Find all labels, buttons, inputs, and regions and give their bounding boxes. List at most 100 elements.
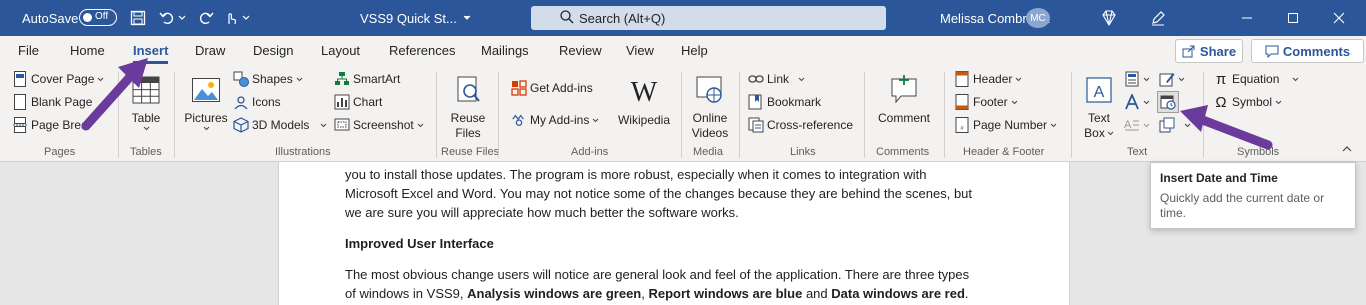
tab-help[interactable]: Help bbox=[681, 43, 708, 58]
tab-mailings[interactable]: Mailings bbox=[481, 43, 529, 58]
3d-models-button[interactable]: 3D Models bbox=[233, 117, 327, 133]
chevron-down-icon bbox=[143, 126, 149, 131]
redo-icon[interactable] bbox=[195, 0, 217, 36]
chevron-down-icon bbox=[1016, 77, 1022, 81]
blank-page-button[interactable]: Blank Page bbox=[12, 94, 92, 110]
chevron-down-icon bbox=[1184, 123, 1191, 127]
group-divider bbox=[944, 72, 945, 158]
share-button[interactable]: Share bbox=[1175, 39, 1243, 63]
wikipedia-button[interactable]: W Wikipedia bbox=[614, 74, 674, 128]
paragraph-line: you to install those updates. The progra… bbox=[345, 167, 927, 182]
chart-label: Chart bbox=[353, 95, 383, 109]
tab-home[interactable]: Home bbox=[70, 43, 105, 58]
table-icon bbox=[128, 72, 164, 108]
pictures-button[interactable]: Pictures bbox=[183, 72, 229, 131]
table-button[interactable]: Table bbox=[126, 72, 166, 131]
tab-draw[interactable]: Draw bbox=[195, 43, 225, 58]
tab-layout[interactable]: Layout bbox=[321, 43, 360, 58]
pen-icon[interactable] bbox=[1147, 0, 1169, 36]
document-page[interactable]: you to install those updates. The progra… bbox=[278, 162, 1070, 305]
addins-icon bbox=[511, 112, 527, 128]
autosave-toggle[interactable]: Off bbox=[79, 9, 117, 26]
search-input[interactable]: Search (Alt+Q) bbox=[531, 6, 886, 30]
chevron-down-icon bbox=[798, 77, 805, 81]
new-comment-button[interactable]: Comment bbox=[872, 72, 936, 126]
quick-parts-button[interactable] bbox=[1124, 71, 1150, 87]
insert-object-button[interactable] bbox=[1159, 117, 1191, 133]
text-run-bold: Report windows are blue bbox=[648, 286, 803, 301]
cross-reference-icon bbox=[748, 117, 764, 133]
page-break-button[interactable]: Page Brea bbox=[12, 117, 88, 133]
3d-models-label: 3D Models bbox=[252, 118, 310, 132]
link-button[interactable]: Link bbox=[748, 71, 805, 87]
smartart-button[interactable]: SmartArt bbox=[334, 71, 400, 87]
tab-review[interactable]: Review bbox=[559, 43, 602, 58]
illustrations-group-label: Illustrations bbox=[275, 146, 331, 158]
collapse-ribbon-button[interactable] bbox=[1342, 146, 1352, 152]
blank-page-label: Blank Page bbox=[31, 95, 93, 109]
quick-parts-icon bbox=[1124, 71, 1140, 87]
maximize-button[interactable] bbox=[1270, 0, 1316, 36]
cross-reference-label: Cross-reference bbox=[767, 118, 854, 132]
page-number-button[interactable]: # Page Number bbox=[954, 117, 1057, 133]
close-button[interactable] bbox=[1316, 0, 1362, 36]
bookmark-button[interactable]: Bookmark bbox=[748, 94, 821, 110]
chevron-down-icon bbox=[1011, 100, 1018, 104]
document-title-text: VSS9 Quick St... bbox=[360, 10, 457, 26]
chevron-down-icon bbox=[98, 77, 104, 81]
online-videos-button[interactable]: Online Videos bbox=[688, 72, 732, 141]
wikipedia-label: Wikipedia bbox=[617, 113, 671, 127]
equation-button[interactable]: π Equation bbox=[1213, 71, 1299, 88]
minimize-button[interactable] bbox=[1224, 0, 1270, 36]
reuse-files-button[interactable]: Reuse Files bbox=[446, 72, 490, 141]
touch-mode-icon[interactable] bbox=[220, 0, 242, 36]
pictures-label: Pictures bbox=[184, 111, 228, 125]
group-divider bbox=[1071, 72, 1072, 158]
share-label: Share bbox=[1199, 43, 1237, 59]
tab-view[interactable]: View bbox=[626, 43, 654, 58]
undo-dropdown-icon[interactable] bbox=[176, 0, 188, 36]
tab-references[interactable]: References bbox=[389, 43, 455, 58]
insert-date-time-button[interactable] bbox=[1157, 91, 1179, 113]
omega-icon: Ω bbox=[1215, 93, 1227, 111]
paragraph-line: Microsoft Excel and Word. You may not no… bbox=[345, 186, 973, 201]
my-addins-button[interactable]: My Add-ins bbox=[511, 112, 599, 128]
shapes-button[interactable]: Shapes bbox=[233, 71, 303, 87]
chevron-down-icon bbox=[1143, 77, 1150, 81]
chevron-down-icon bbox=[1050, 123, 1057, 127]
chart-button[interactable]: Chart bbox=[334, 94, 382, 110]
get-addins-button[interactable]: Get Add-ins bbox=[511, 80, 593, 96]
cross-reference-button[interactable]: Cross-reference bbox=[748, 117, 853, 133]
diamond-icon[interactable] bbox=[1098, 0, 1120, 36]
save-icon[interactable] bbox=[127, 0, 149, 36]
tab-insert[interactable]: Insert bbox=[133, 43, 169, 64]
document-title[interactable]: VSS9 Quick St... bbox=[360, 0, 471, 36]
screenshot-button[interactable]: Screenshot bbox=[334, 117, 424, 133]
icons-button[interactable]: Icons bbox=[233, 94, 281, 110]
screenshot-icon bbox=[334, 117, 350, 133]
drop-cap-button[interactable]: A bbox=[1124, 117, 1150, 133]
signature-line-button[interactable] bbox=[1159, 71, 1185, 87]
avatar[interactable]: MC bbox=[1026, 8, 1050, 28]
insert-date-time-tooltip: Insert Date and Time Quickly add the cur… bbox=[1150, 162, 1356, 229]
tooltip-title: Insert Date and Time bbox=[1160, 171, 1278, 185]
chevron-down-icon bbox=[203, 126, 209, 131]
header-icon bbox=[954, 71, 970, 87]
cover-page-button[interactable]: Cover Page bbox=[12, 71, 104, 87]
customize-qat-icon[interactable] bbox=[240, 0, 252, 36]
comments-button[interactable]: Comments bbox=[1251, 39, 1364, 63]
header-button[interactable]: Header bbox=[954, 71, 1022, 87]
shapes-label: Shapes bbox=[252, 72, 293, 86]
wikipedia-icon: W bbox=[630, 76, 658, 108]
symbol-button[interactable]: Ω Symbol bbox=[1213, 93, 1282, 111]
wordart-button[interactable] bbox=[1124, 94, 1150, 110]
tab-design[interactable]: Design bbox=[253, 43, 293, 58]
chevron-down-icon bbox=[1293, 77, 1299, 81]
undo-icon[interactable] bbox=[156, 0, 178, 36]
tab-file[interactable]: File bbox=[18, 43, 39, 58]
group-divider bbox=[118, 72, 119, 158]
text-box-line1: Text bbox=[1087, 111, 1110, 125]
footer-button[interactable]: Footer bbox=[954, 94, 1018, 110]
text-box-button[interactable]: A Text Box bbox=[1080, 72, 1118, 141]
ribbon-insert: Cover Page Blank Page Page Brea Pages Ta… bbox=[0, 68, 1366, 162]
